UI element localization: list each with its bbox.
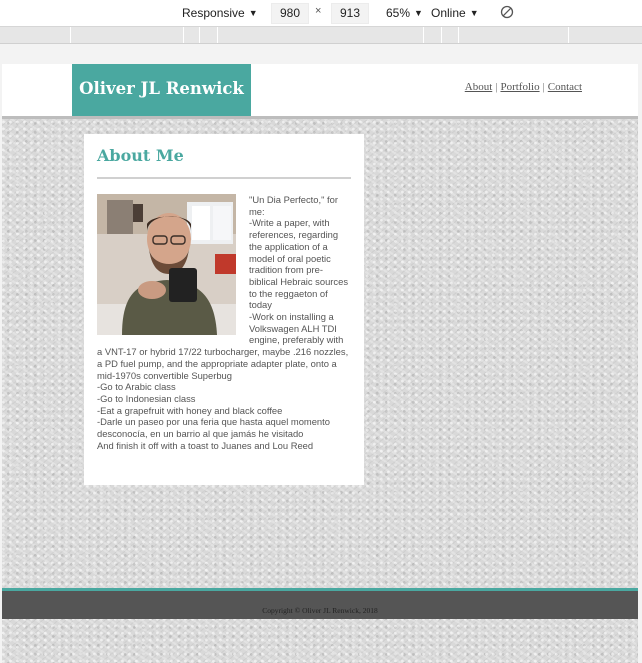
website: Oliver JL Renwick About | Portfolio | Contac… — [2, 64, 638, 663]
network-select-label: Online — [431, 6, 466, 20]
site-header: Oliver JL Renwick About | Portfolio | Contac… — [2, 64, 638, 119]
heading-divider — [97, 177, 351, 179]
width-input[interactable]: 980 — [271, 3, 309, 24]
network-select[interactable]: Online ▼ — [431, 4, 479, 22]
zoom-select-arrow-icon: ▼ — [414, 8, 423, 18]
copyright-text: Copyright © Oliver JL Renwick, 2018 — [262, 606, 378, 615]
bio-closing: And finish it off with a toast to Juanes… — [97, 439, 314, 451]
nav-separator: | — [495, 81, 498, 93]
nav-link-contact[interactable]: Contact — [548, 81, 582, 93]
about-heading: About Me — [97, 146, 184, 165]
nav-separator: | — [542, 81, 545, 93]
site-nav: About | Portfolio | Contact — [465, 81, 582, 93]
bio-line: -Go to Indonesian class — [97, 392, 196, 404]
height-input[interactable]: 913 — [331, 3, 369, 24]
about-text: "Un Dia Perfecto," for me: -Write a pape… — [97, 194, 351, 451]
width-value: 980 — [279, 6, 301, 20]
devtools-device-toolbar: Responsive ▼ 980 × 913 65% ▼ Online ▼ — [0, 0, 642, 27]
nav-link-about[interactable]: About — [465, 81, 493, 93]
network-select-arrow-icon: ▼ — [469, 8, 479, 18]
device-select[interactable]: Responsive ▼ — [182, 4, 258, 22]
height-value: 913 — [339, 6, 361, 20]
dimension-times-icon: × — [315, 5, 322, 17]
about-card: About Me "Un Dia Perfecto," for me: -Wri… — [84, 134, 364, 485]
profile-photo — [97, 194, 236, 335]
logo[interactable]: Oliver JL Renwick — [72, 64, 251, 116]
site-footer: Copyright © Oliver JL Renwick, 2018 — [2, 588, 638, 619]
device-viewport: Oliver JL Renwick About | Portfolio | Contac… — [0, 44, 642, 663]
rotate-icon[interactable] — [500, 5, 514, 19]
bio-line: -Go to Arabic class — [97, 381, 176, 393]
logo-text: Oliver JL Renwick — [79, 79, 244, 98]
bio-line: -Darle un paseo por una feria que hasta … — [97, 416, 330, 440]
media-query-ruler[interactable] — [0, 27, 642, 44]
zoom-select-label: 65% — [386, 6, 411, 20]
bio-line: -Eat a grapefruit with honey and black c… — [97, 404, 283, 416]
zoom-select[interactable]: 65% ▼ — [386, 4, 423, 22]
nav-link-portfolio[interactable]: Portfolio — [500, 81, 539, 93]
device-select-label: Responsive — [182, 6, 245, 20]
device-select-arrow-icon: ▼ — [248, 8, 258, 18]
